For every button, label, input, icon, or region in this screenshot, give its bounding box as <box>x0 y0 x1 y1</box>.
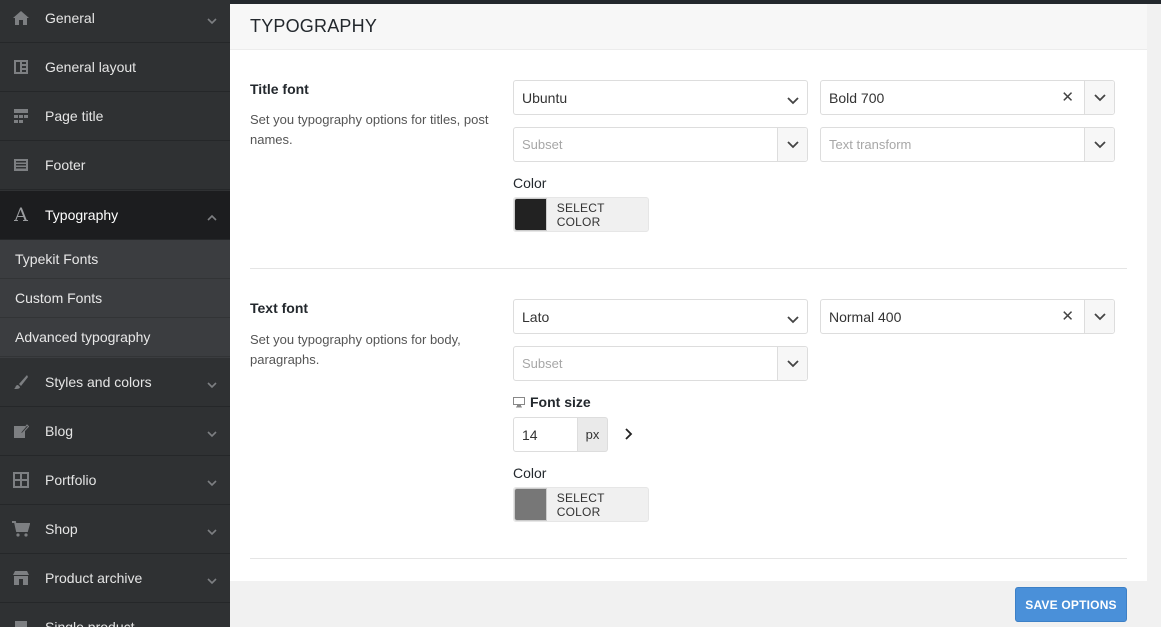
title-font-color-label: Color <box>513 175 547 191</box>
title-font-weight-select[interactable]: Bold 700 ✕ <box>820 80 1115 115</box>
title-font-family-select[interactable]: Ubuntu <box>513 80 808 115</box>
sidebar-item-blog[interactable]: Blog <box>0 407 230 456</box>
chevron-down-icon[interactable] <box>1084 81 1114 114</box>
cart-icon <box>12 520 30 538</box>
color-button-label: SELECT COLOR <box>556 490 605 519</box>
page-title: TYPOGRAPHY <box>250 16 378 36</box>
select-value: Ubuntu <box>522 89 568 106</box>
select-placeholder: Subset <box>522 137 563 152</box>
text-font-description: Set you typography options for body, par… <box>250 332 461 367</box>
sidebar-item-label: General layout <box>45 59 137 75</box>
edit-icon <box>12 422 30 440</box>
color-swatch <box>514 488 547 521</box>
text-font-subset-select[interactable]: Subset <box>513 346 808 381</box>
chevron-down-icon[interactable] <box>1084 300 1114 333</box>
chevron-down-icon[interactable] <box>1084 128 1114 161</box>
chevron-down-icon <box>787 312 799 324</box>
sidebar-item-label: Styles and colors <box>45 374 152 390</box>
font-size-control: px <box>513 417 608 452</box>
panel-header: TYPOGRAPHY <box>230 4 1147 50</box>
footer-icon <box>12 156 30 174</box>
submenu-item-advanced-typography[interactable]: Advanced typography <box>0 318 230 357</box>
sidebar-item-styles-and-colors[interactable]: Styles and colors <box>0 358 230 407</box>
chevron-down-icon <box>207 13 217 25</box>
page-title-icon <box>12 107 30 125</box>
title-font-subset-select[interactable]: Subset <box>513 127 808 162</box>
product-icon <box>12 618 30 627</box>
chevron-down-icon <box>207 475 217 487</box>
brush-icon <box>12 373 30 391</box>
sidebar-item-label: Product archive <box>45 570 143 586</box>
select-value: Normal 400 <box>829 308 902 325</box>
text-font-heading: Text font <box>250 300 309 316</box>
clear-icon[interactable]: ✕ <box>1061 88 1074 106</box>
sidebar-item-typography[interactable]: A Typography <box>0 191 230 240</box>
text-font-color-label: Color <box>513 465 547 481</box>
sidebar-item-label: Single product <box>45 619 135 627</box>
color-swatch <box>514 198 547 231</box>
text-font-color-button[interactable]: SELECT COLOR <box>513 487 649 522</box>
submenu-item-custom-fonts[interactable]: Custom Fonts <box>0 279 230 318</box>
title-font-heading: Title font <box>250 81 309 97</box>
select-value: Lato <box>522 308 550 325</box>
sidebar-item-label: Typography <box>45 207 119 223</box>
chevron-down-icon[interactable] <box>777 128 807 161</box>
sidebar-item-single-product[interactable]: Single product <box>0 603 230 627</box>
chevron-down-icon <box>207 573 217 585</box>
sidebar-item-general-layout[interactable]: General layout <box>0 43 230 92</box>
chevron-down-icon <box>787 93 799 105</box>
font-size-unit: px <box>578 417 608 452</box>
text-font-weight-select[interactable]: Normal 400 ✕ <box>820 299 1115 334</box>
font-size-input[interactable] <box>513 417 578 452</box>
sidebar-item-label: General <box>45 10 95 26</box>
typography-submenu: Typekit Fonts Custom Fonts Advanced typo… <box>0 240 230 358</box>
sidebar-item-product-archive[interactable]: Product archive <box>0 554 230 603</box>
layout-icon <box>12 58 30 76</box>
sidebar-item-label: Footer <box>45 157 86 173</box>
sidebar-item-label: Page title <box>45 108 104 124</box>
grid-icon <box>12 471 30 489</box>
clear-icon[interactable]: ✕ <box>1061 307 1074 325</box>
sidebar-item-label: Portfolio <box>45 472 97 488</box>
font-size-label-text: Font size <box>530 394 591 410</box>
sidebar-item-portfolio[interactable]: Portfolio <box>0 456 230 505</box>
typography-icon: A <box>14 204 28 226</box>
select-placeholder: Text transform <box>829 137 912 152</box>
section-divider <box>250 558 1127 559</box>
chevron-down-icon <box>207 524 217 536</box>
text-font-family-select[interactable]: Lato <box>513 299 808 334</box>
chevron-up-icon <box>207 210 217 221</box>
chevron-down-icon[interactable] <box>777 347 807 380</box>
sidebar-item-label: Blog <box>45 423 74 439</box>
store-icon <box>12 569 30 587</box>
home-icon <box>12 9 30 27</box>
font-size-label: Font size <box>513 394 591 410</box>
title-font-description: Set you typography options for titles, p… <box>250 112 489 147</box>
submenu-item-typekit-fonts[interactable]: Typekit Fonts <box>0 240 230 279</box>
sidebar-item-label: Shop <box>45 521 78 537</box>
options-sidebar: General General layout Page title Footer… <box>0 0 230 627</box>
chevron-right-icon[interactable] <box>623 427 635 441</box>
color-button-label: SELECT COLOR <box>556 200 605 229</box>
sidebar-item-general[interactable]: General <box>0 0 230 43</box>
chevron-down-icon <box>207 377 217 389</box>
desktop-icon <box>513 396 525 408</box>
sidebar-item-page-title[interactable]: Page title <box>0 92 230 141</box>
select-placeholder: Subset <box>522 356 563 371</box>
typography-panel: TYPOGRAPHY Title font Set you typography… <box>230 4 1147 581</box>
sidebar-item-shop[interactable]: Shop <box>0 505 230 554</box>
chevron-down-icon <box>207 426 217 438</box>
sidebar-item-footer[interactable]: Footer <box>0 141 230 190</box>
select-value: Bold 700 <box>829 89 885 106</box>
section-divider <box>250 268 1127 269</box>
title-font-color-button[interactable]: SELECT COLOR <box>513 197 649 232</box>
save-options-button[interactable]: SAVE OPTIONS <box>1015 587 1127 622</box>
title-font-transform-select[interactable]: Text transform <box>820 127 1115 162</box>
